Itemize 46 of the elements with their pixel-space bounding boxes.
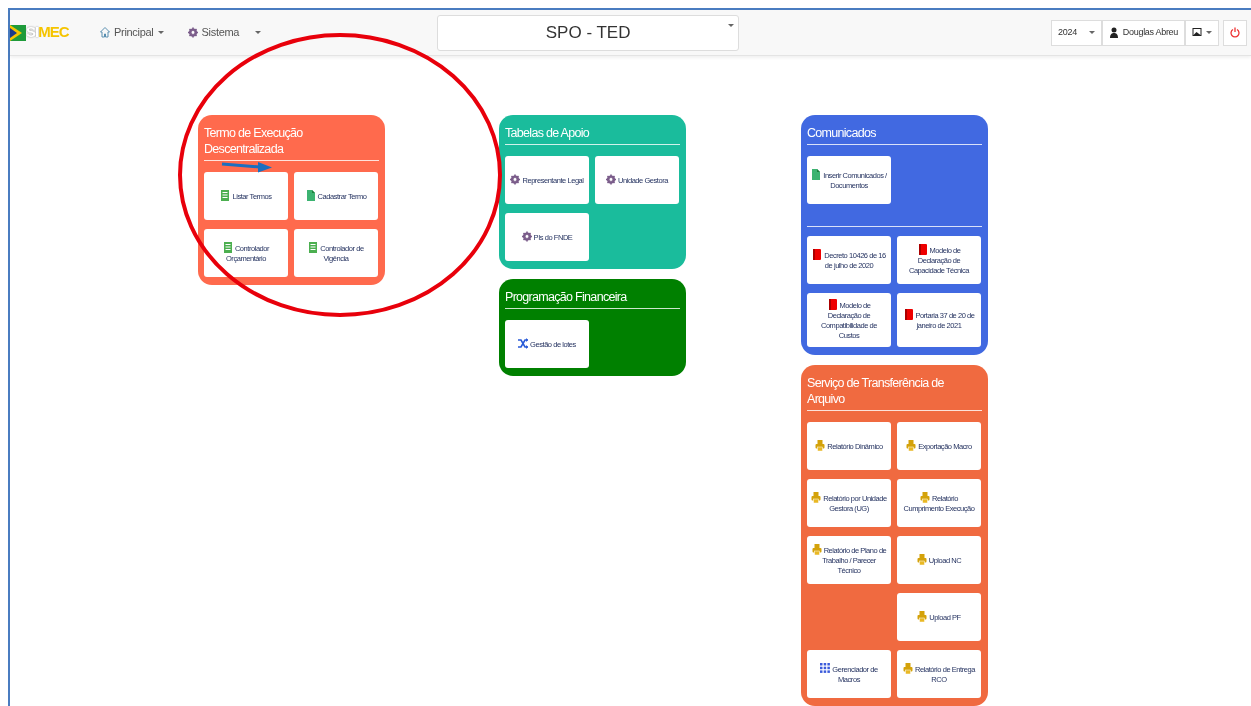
book-icon	[827, 299, 838, 310]
list-icon	[220, 190, 231, 201]
printer-icon	[811, 544, 822, 555]
menu-item[interactable]: Principal	[100, 24, 164, 41]
document-icon	[811, 169, 822, 180]
grid-icon	[820, 663, 831, 674]
gear-icon	[187, 27, 198, 38]
document-icon	[305, 190, 316, 201]
logout-button[interactable]	[1223, 19, 1247, 46]
shuffle-icon	[518, 338, 529, 349]
menu-item[interactable]: Sistema	[187, 24, 262, 41]
gear-icon	[510, 174, 521, 185]
system-select[interactable]: SPO - TED	[437, 14, 740, 51]
panel-title: Programação Financeira	[505, 285, 680, 309]
list-icon	[222, 242, 233, 253]
printer-icon	[903, 663, 914, 674]
caret-icon	[255, 31, 262, 34]
gear-icon	[606, 174, 616, 185]
printer-icon	[815, 440, 826, 451]
flag-icon	[10, 24, 26, 41]
logo-text: MEC	[38, 22, 69, 43]
book-icon	[812, 249, 823, 260]
panel-title: Tabelas de Apoio	[505, 121, 680, 145]
caret-icon	[728, 23, 735, 27]
image-icon	[1192, 27, 1202, 38]
caret-icon	[1206, 31, 1212, 34]
book-icon	[903, 309, 914, 320]
year-dropdown[interactable]: 2024	[1051, 19, 1102, 46]
panel-title: Serviço de Transferência de Arquivo	[807, 371, 982, 411]
printer-icon	[917, 611, 928, 622]
panel-title: Comunicados	[807, 121, 982, 145]
printer-icon	[906, 440, 917, 451]
caret-icon	[1088, 31, 1095, 34]
list-icon	[308, 242, 319, 253]
user-button[interactable]: Douglas Abreu	[1101, 19, 1185, 46]
book-icon	[917, 244, 928, 255]
image-dropdown[interactable]	[1185, 19, 1219, 46]
printer-icon	[916, 554, 927, 565]
panel-title: Termo de Execução Descentralizada	[204, 121, 379, 161]
caret-icon	[157, 31, 164, 34]
gear-icon	[521, 231, 532, 242]
printer-icon	[811, 492, 822, 503]
user-icon	[1108, 27, 1119, 38]
printer-icon	[920, 492, 930, 503]
home-icon	[100, 27, 110, 38]
power-icon	[1230, 27, 1240, 38]
